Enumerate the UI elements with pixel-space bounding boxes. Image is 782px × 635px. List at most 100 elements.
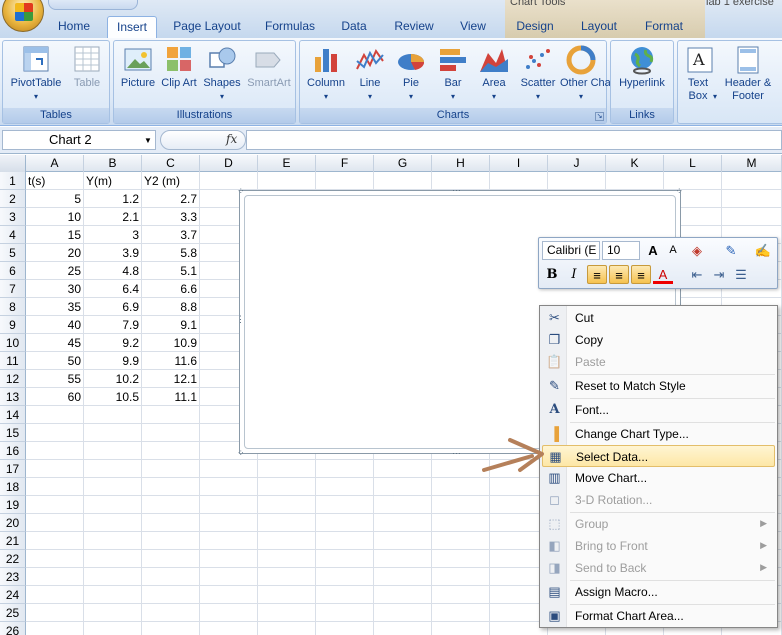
table-cell[interactable]: 3.9 <box>84 244 142 262</box>
name-box-dropdown-icon[interactable]: ▼ <box>144 136 152 145</box>
menu-item-move-chart[interactable]: ▥ Move Chart... <box>542 467 775 489</box>
row-header-10[interactable]: 10 <box>0 334 26 352</box>
bar-chart-button[interactable]: Bar ▾ <box>434 45 472 103</box>
row-header-24[interactable]: 24 <box>0 586 26 604</box>
table-cell[interactable]: 8.8 <box>142 298 200 316</box>
menu-item-change-chart-type[interactable]: ▐ Change Chart Type... <box>542 423 775 445</box>
row-header-11[interactable]: 11 <box>0 352 26 370</box>
row-header-1[interactable]: 1 <box>0 172 26 190</box>
format-painter-icon[interactable]: ✍ <box>753 241 773 260</box>
font-name-box[interactable]: Calibri (E <box>542 241 600 260</box>
menu-item-reset-to-match-style[interactable]: ✎ Reset to Match Style <box>542 375 775 397</box>
tab-page-layout[interactable]: Page Layout <box>166 16 248 38</box>
row-header-13[interactable]: 13 <box>0 388 26 406</box>
resize-handle-bottom[interactable]: ⋯ <box>452 449 461 458</box>
italic-button[interactable]: I <box>564 265 584 284</box>
row-header-15[interactable]: 15 <box>0 424 26 442</box>
table-cell[interactable]: 1.2 <box>84 190 142 208</box>
table-cell[interactable]: 25 <box>26 262 84 280</box>
row-header-3[interactable]: 3 <box>0 208 26 226</box>
row-header-22[interactable]: 22 <box>0 550 26 568</box>
column-header-g[interactable]: G <box>374 155 432 172</box>
clip-art-button[interactable]: Clip Art <box>161 45 197 90</box>
table-button[interactable]: Table <box>67 45 107 90</box>
table-cell[interactable]: 55 <box>26 370 84 388</box>
grow-font-button[interactable]: A <box>643 241 663 260</box>
column-chart-button[interactable]: Column ▾ <box>304 45 348 103</box>
font-color-icon[interactable]: A <box>653 265 673 284</box>
table-cell[interactable]: 9.9 <box>84 352 142 370</box>
row-header-21[interactable]: 21 <box>0 532 26 550</box>
row-header-18[interactable]: 18 <box>0 478 26 496</box>
bold-button[interactable]: B <box>542 265 562 284</box>
column-header-f[interactable]: F <box>316 155 374 172</box>
cell-header-a[interactable]: t(s) <box>26 172 84 190</box>
quick-access-toolbar[interactable] <box>48 0 138 10</box>
column-header-d[interactable]: D <box>200 155 258 172</box>
column-header-i[interactable]: I <box>490 155 548 172</box>
pie-chart-button[interactable]: Pie ▾ <box>392 45 430 103</box>
row-header-17[interactable]: 17 <box>0 460 26 478</box>
table-cell[interactable]: 4.8 <box>84 262 142 280</box>
table-cell[interactable]: 50 <box>26 352 84 370</box>
table-cell[interactable]: 3.7 <box>142 226 200 244</box>
table-cell[interactable]: 20 <box>26 244 84 262</box>
menu-item-paste[interactable]: 📋 Paste <box>542 351 775 373</box>
row-header-5[interactable]: 5 <box>0 244 26 262</box>
row-header-9[interactable]: 9 <box>0 316 26 334</box>
pivottable-button[interactable]: PivotTable ▾ <box>7 45 65 103</box>
increase-indent-icon[interactable]: ⇥ <box>709 265 729 284</box>
menu-item-group[interactable]: ⬚ Group ▶ <box>542 513 775 535</box>
table-cell[interactable]: 35 <box>26 298 84 316</box>
row-header-25[interactable]: 25 <box>0 604 26 622</box>
align-left-icon[interactable]: ≡ <box>587 265 607 284</box>
menu-item-send-to-back[interactable]: ◨ Send to Back ▶ <box>542 557 775 579</box>
fill-color-icon[interactable]: ◈ <box>687 241 707 260</box>
menu-item-copy[interactable]: ❐ Copy <box>542 329 775 351</box>
row-header-8[interactable]: 8 <box>0 298 26 316</box>
scatter-chart-button[interactable]: Scatter ▾ <box>516 45 560 103</box>
office-button[interactable] <box>2 0 44 32</box>
row-header-12[interactable]: 12 <box>0 370 26 388</box>
table-cell[interactable]: 10.2 <box>84 370 142 388</box>
font-size-box[interactable]: 10 <box>602 241 640 260</box>
tab-insert[interactable]: Insert <box>107 16 157 38</box>
insert-function-icon[interactable]: fx <box>226 132 237 146</box>
table-cell[interactable]: 2.7 <box>142 190 200 208</box>
tab-review[interactable]: Review <box>386 16 442 38</box>
resize-handle-top-right[interactable]: ⁘ <box>675 187 683 196</box>
align-right-icon[interactable]: ≡ <box>631 265 651 284</box>
tab-layout[interactable]: Layout <box>572 16 626 38</box>
bullets-icon[interactable]: ☰ <box>731 265 751 284</box>
table-cell[interactable]: 45 <box>26 334 84 352</box>
menu-item-3-d-rotation[interactable]: ◻ 3-D Rotation... <box>542 489 775 511</box>
column-header-a[interactable]: A <box>26 155 84 172</box>
table-cell[interactable]: 15 <box>26 226 84 244</box>
row-header-2[interactable]: 2 <box>0 190 26 208</box>
resize-handle-bottom-left[interactable]: ⁘ <box>237 449 245 458</box>
table-cell[interactable]: 5 <box>26 190 84 208</box>
tab-view[interactable]: View <box>452 16 494 38</box>
table-cell[interactable]: 60 <box>26 388 84 406</box>
column-header-m[interactable]: M <box>722 155 782 172</box>
shapes-button[interactable]: Shapes ▾ <box>200 45 244 103</box>
table-cell[interactable]: 3.3 <box>142 208 200 226</box>
row-header-26[interactable]: 26 <box>0 622 26 635</box>
name-box[interactable]: Chart 2 <box>2 130 156 150</box>
table-cell[interactable]: 11.6 <box>142 352 200 370</box>
row-header-7[interactable]: 7 <box>0 280 26 298</box>
cell-header-c[interactable]: Y2 (m) <box>142 172 200 190</box>
resize-handle-top-left[interactable]: ⁘ <box>237 187 245 196</box>
charts-dialog-launcher[interactable]: ↘ <box>595 112 604 121</box>
table-cell[interactable]: 5.8 <box>142 244 200 262</box>
cell-header-b[interactable]: Y(m) <box>84 172 142 190</box>
resize-handle-left[interactable]: ⋮ <box>236 315 245 324</box>
menu-item-format-chart-area[interactable]: ▣ Format Chart Area... <box>542 605 775 627</box>
table-cell[interactable]: 9.2 <box>84 334 142 352</box>
shrink-font-button[interactable]: A <box>663 241 683 260</box>
menu-item-bring-to-front[interactable]: ◧ Bring to Front ▶ <box>542 535 775 557</box>
column-header-c[interactable]: C <box>142 155 200 172</box>
table-cell[interactable]: 9.1 <box>142 316 200 334</box>
table-cell[interactable]: 30 <box>26 280 84 298</box>
smartart-button[interactable]: SmartArt <box>245 45 293 90</box>
